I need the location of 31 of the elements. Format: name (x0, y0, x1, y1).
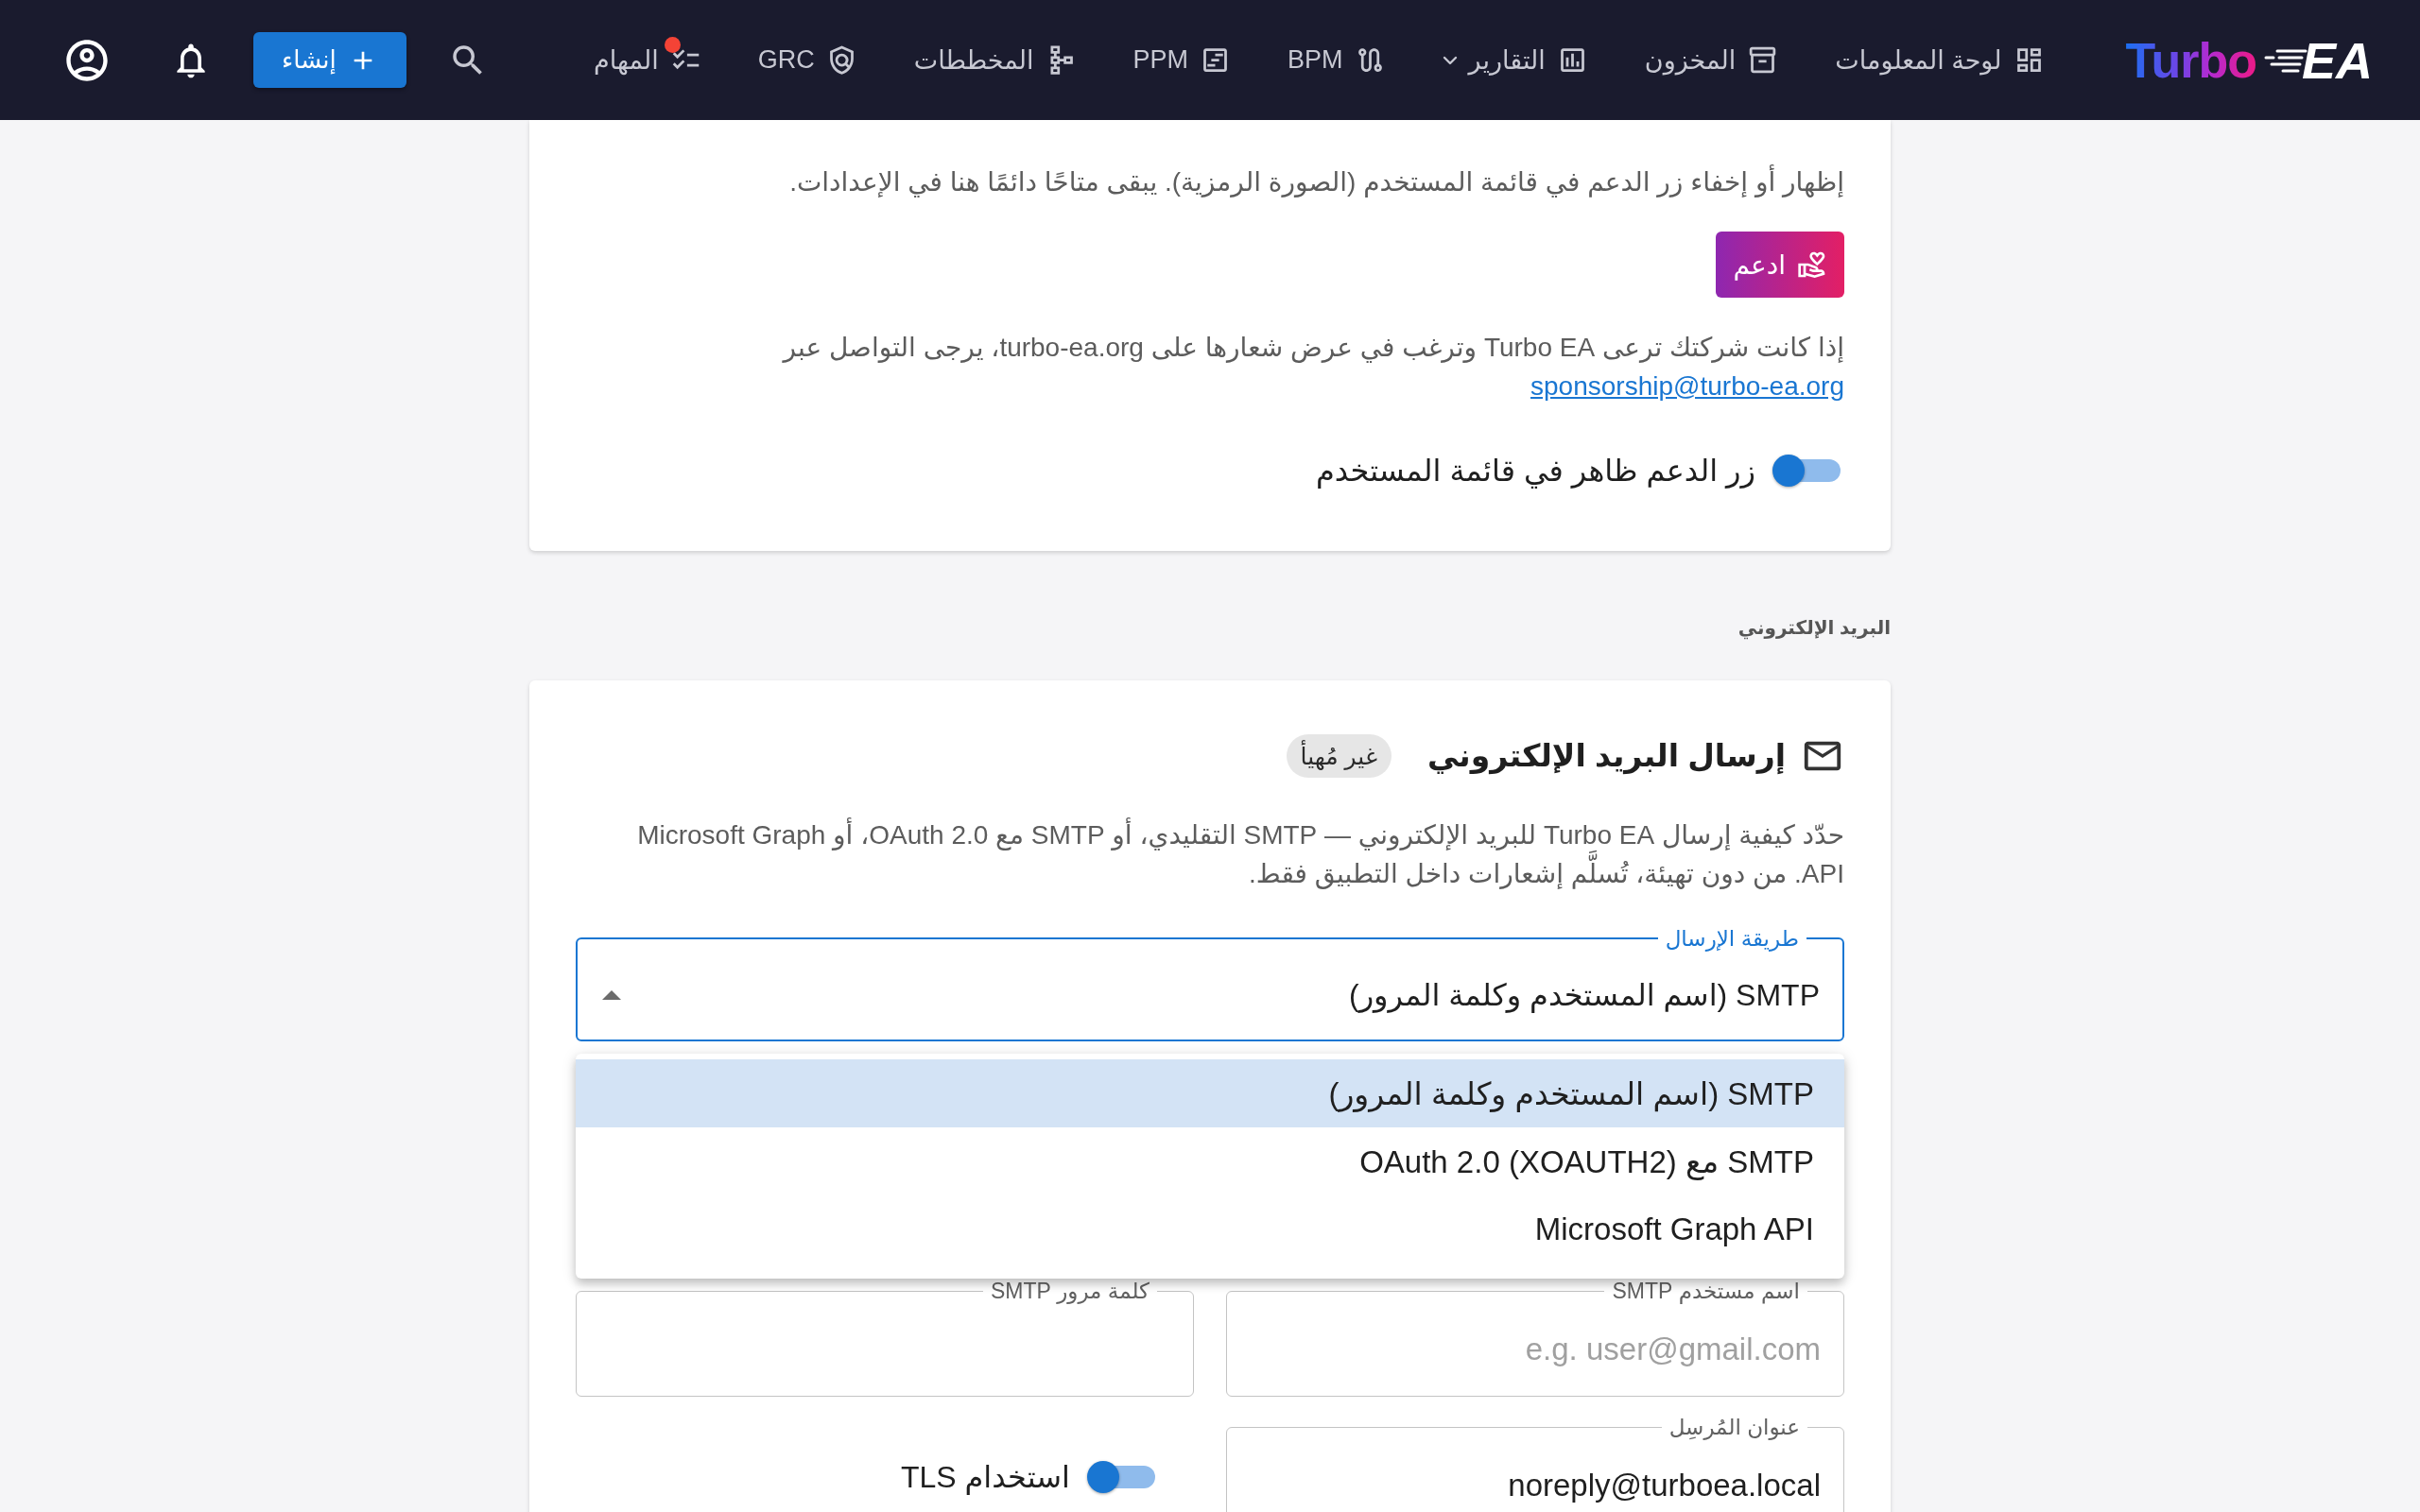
menu-item[interactable]: Microsoft Graph API (576, 1195, 1844, 1263)
field-label: طريقة الإرسال (1664, 926, 1800, 951)
nav-item[interactable]: GRC (744, 35, 871, 85)
caret-icon (602, 990, 621, 1000)
field-label: عنوان المُرسِل (1668, 1415, 1801, 1439)
nav-item[interactable]: لوحة المعلومات (1822, 35, 2058, 85)
menu-item[interactable]: SMTP مع OAuth 2.0 (XOAUTH2) (576, 1127, 1844, 1195)
support-button[interactable]: ادعم (1716, 232, 1844, 298)
field-label: كلمة مرور SMTP (989, 1279, 1150, 1303)
field-label: اسم مستخدم SMTP (1611, 1279, 1801, 1303)
hand-heart-icon (1797, 249, 1827, 280)
card-title: إرسال البريد الإلكتروني (1426, 737, 1786, 777)
input-field[interactable]: noreply@turboea.local (1250, 1467, 1821, 1504)
input-field[interactable]: e.g. user@gmail.com (1250, 1331, 1821, 1368)
nav-item[interactable]: BPM (1274, 35, 1399, 85)
nav-item[interactable]: المخزون (1631, 35, 1792, 85)
email-link[interactable]: sponsorship@turbo-ea.org (1530, 371, 1844, 401)
nav-item[interactable]: المخططات (900, 35, 1090, 85)
menu-item[interactable]: SMTP (اسم المستخدم وكلمة المرور) (576, 1059, 1844, 1127)
status-chip: غير مُهيأ (1286, 734, 1392, 778)
section-heading: البريد الإلكتروني (1737, 616, 1891, 642)
logo-accent-text: EA (2302, 34, 2373, 86)
nav-item[interactable]: المهام (580, 35, 715, 85)
create-button[interactable]: إنشاء (253, 32, 406, 88)
description-text: إظهار أو إخفاء زر الدعم في قائمة المستخدم (الصورة الرمزية). يبقى متاحًا دائمًا هنا في الإعدادات. (789, 163, 1844, 201)
nav-item[interactable]: PPM (1119, 35, 1245, 85)
text-field[interactable]: كلمة مرور SMTP (576, 1279, 1194, 1397)
switch-label: زر الدعم ظاهر في قائمة المستخدم (1315, 453, 1755, 490)
switch-label: استخدام TLS (900, 1458, 1070, 1496)
description-text: حدّد كيفية إرسال Turbo EA للبريد الإلكتروني — SMTP التقليدي، أو SMTP مع OAuth 2.0، أو Microsoft Graph API. من دون تهيئة، تُسلَّم إشعارات داخل التطبيق فقط. (596, 816, 1844, 893)
nav-item[interactable]: التقارير (1428, 35, 1601, 85)
